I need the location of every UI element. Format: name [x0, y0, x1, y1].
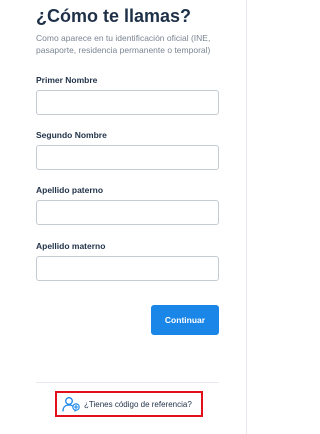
page-title: ¿Cómo te llamas?: [36, 6, 192, 26]
referral-code-link[interactable]: ¿Tienes código de referencia?: [55, 391, 203, 417]
section-divider: [36, 382, 219, 383]
continue-button[interactable]: Continuar: [151, 305, 219, 335]
page-subtitle: Como aparece en tu identificación oficia…: [36, 33, 211, 55]
maternal-surname-label: Apellido materno: [36, 241, 106, 251]
paternal-surname-input[interactable]: [36, 200, 219, 225]
middle-name-input[interactable]: [36, 145, 219, 170]
panel-edge-divider: [246, 0, 247, 434]
middle-name-label: Segundo Nombre: [36, 130, 107, 140]
user-add-icon: [62, 396, 80, 412]
name-form-page: ¿Cómo te llamas? Como aparece en tu iden…: [0, 0, 273, 434]
paternal-surname-label: Apellido paterno: [36, 185, 104, 195]
referral-code-text: ¿Tienes código de referencia?: [84, 399, 192, 409]
first-name-input[interactable]: [36, 90, 219, 115]
maternal-surname-input[interactable]: [36, 256, 219, 281]
first-name-label: Primer Nombre: [36, 75, 98, 85]
